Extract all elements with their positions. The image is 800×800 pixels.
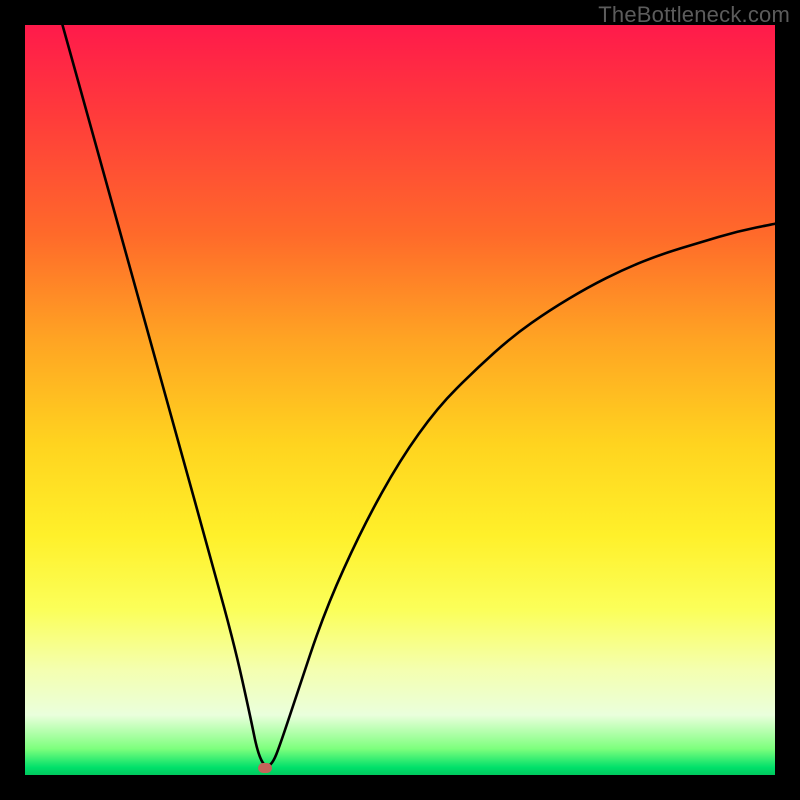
- minimum-marker: [258, 763, 272, 773]
- chart-frame: TheBottleneck.com: [0, 0, 800, 800]
- bottleneck-curve: [63, 25, 776, 766]
- curve-svg: [25, 25, 775, 775]
- plot-area: [25, 25, 775, 775]
- watermark-label: TheBottleneck.com: [598, 2, 790, 28]
